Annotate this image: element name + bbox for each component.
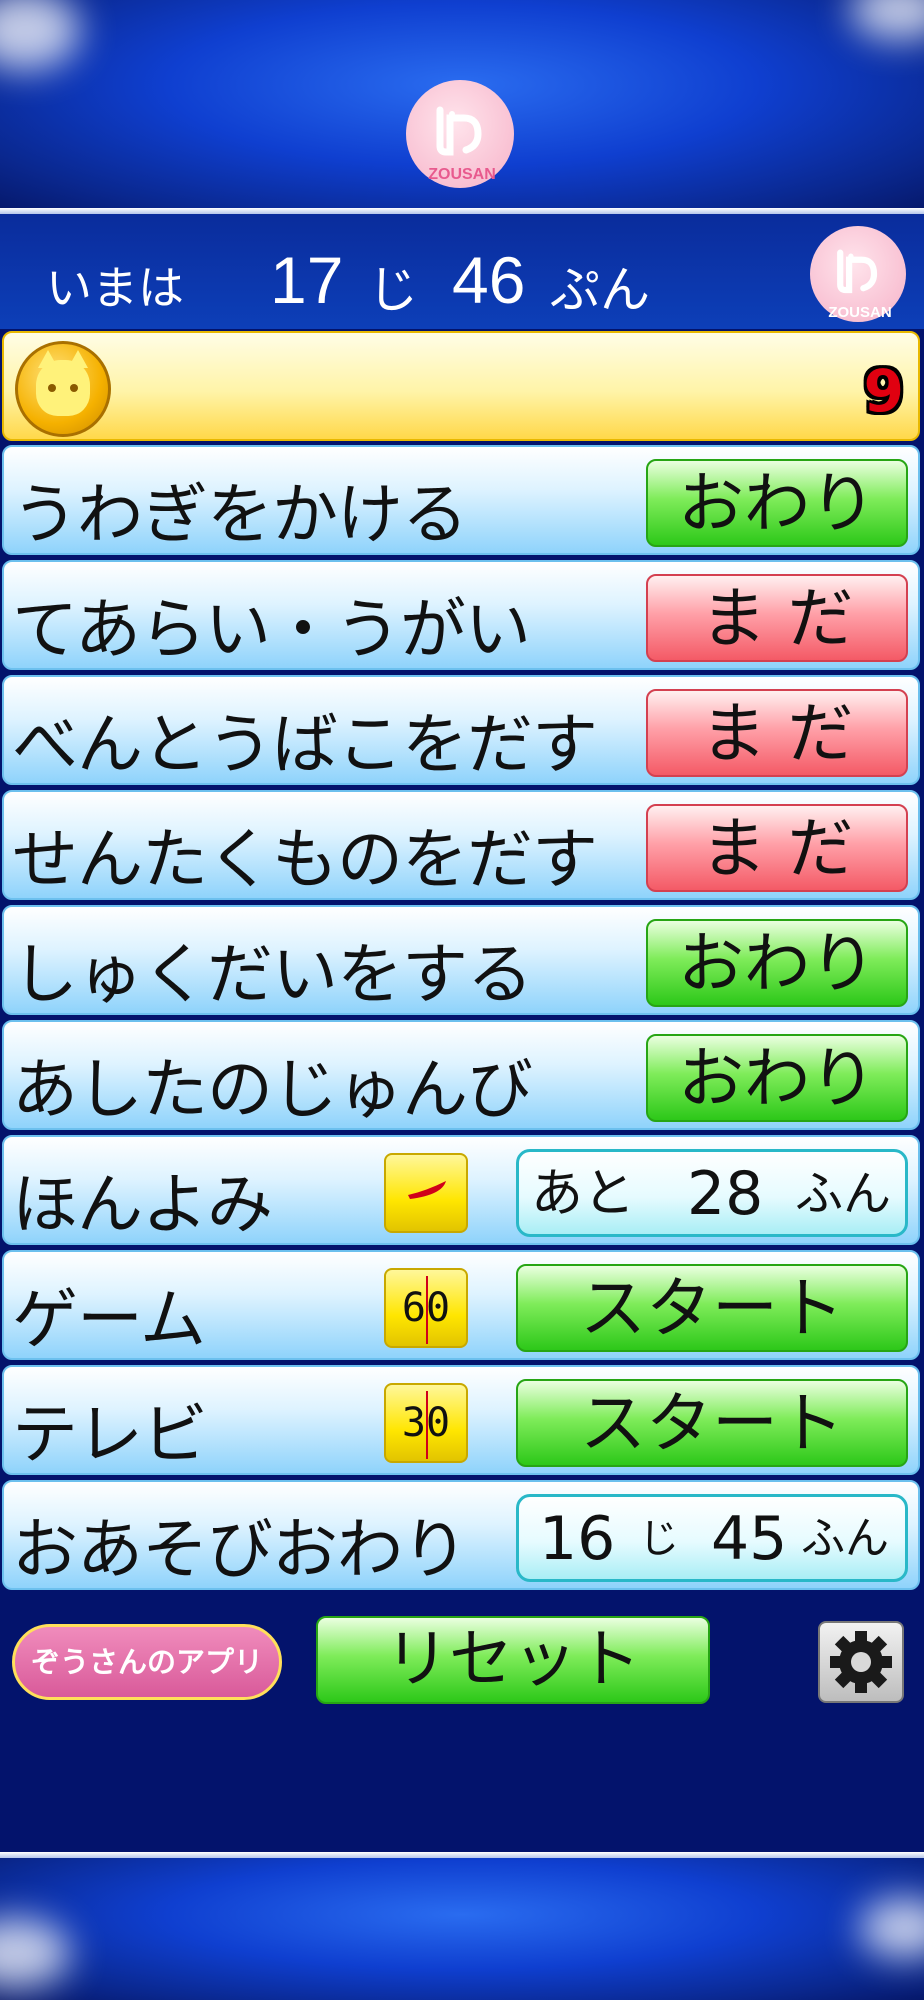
current-hour: 17 xyxy=(270,243,344,317)
task-status-button[interactable]: おわり xyxy=(646,919,908,1007)
timer-needle-icon xyxy=(426,1276,428,1344)
reset-button[interactable]: リセット xyxy=(316,1616,710,1704)
task-status-button[interactable]: おわり xyxy=(646,1034,908,1122)
current-time-header: いまは 17 じ 46 ぷん ZOUSAN xyxy=(0,214,924,329)
score-bar: 9 xyxy=(2,331,920,441)
activity-label: テレビ xyxy=(12,1396,208,1473)
hour-unit: じ xyxy=(368,262,418,318)
start-button[interactable]: スタート xyxy=(516,1264,908,1352)
activity-label: ゲーム xyxy=(12,1281,206,1358)
start-button[interactable]: スタート xyxy=(516,1379,908,1467)
activity-row-tv: テレビ 30 スタート xyxy=(2,1365,920,1475)
task-label: うわぎをかける xyxy=(12,476,468,553)
bottom-banner[interactable] xyxy=(0,1858,924,2000)
top-banner[interactable]: ZOUSAN xyxy=(0,0,924,212)
cat-coin-icon[interactable] xyxy=(15,341,111,437)
zousan-logo-small: ZOUSAN xyxy=(810,226,910,326)
task-status-button[interactable]: ま だ xyxy=(646,574,908,662)
timer-needle-icon xyxy=(426,1391,428,1459)
current-minute: 46 xyxy=(452,243,526,317)
task-label: あしたのじゅんび xyxy=(12,1051,533,1128)
play-end-time[interactable]: 16 じ 45 ふん xyxy=(516,1494,908,1582)
task-label: せんたくものをだす xyxy=(12,821,598,898)
zousan-apps-button[interactable]: ぞうさんのアプリ xyxy=(12,1624,282,1700)
task-row: うわぎをかける おわり xyxy=(2,445,920,555)
timer-badge[interactable]: 30 xyxy=(384,1383,468,1463)
gear-icon xyxy=(830,1631,892,1693)
task-label: べんとうばこをだす xyxy=(12,706,598,783)
activity-row-game: ゲーム 60 スタート xyxy=(2,1250,920,1360)
activity-row-reading: ほんよみ あと 28 ふん xyxy=(2,1135,920,1245)
play-end-hour-unit: じ xyxy=(639,1516,679,1562)
remaining-unit: ふん xyxy=(795,1166,892,1222)
play-end-label: おあそびおわり xyxy=(12,1511,468,1588)
task-row: しゅくだいをする おわり xyxy=(2,905,920,1015)
task-row: あしたのじゅんび おわり xyxy=(2,1020,920,1130)
task-status-button[interactable]: おわり xyxy=(646,459,908,547)
task-label: てあらい・うがい xyxy=(12,591,531,668)
now-label: いまは xyxy=(46,262,184,314)
task-row: てあらい・うがい ま だ xyxy=(2,560,920,670)
play-end-minute: 45 xyxy=(711,1504,788,1574)
settings-button[interactable] xyxy=(818,1621,904,1703)
remaining-prefix: あと xyxy=(531,1164,636,1224)
task-status-button[interactable]: ま だ xyxy=(646,689,908,777)
task-label: しゅくだいをする xyxy=(12,936,533,1013)
task-row: せんたくものをだす ま だ xyxy=(2,790,920,900)
play-end-minute-unit: ふん xyxy=(801,1513,889,1564)
task-status-button[interactable]: ま だ xyxy=(646,804,908,892)
task-row: べんとうばこをだす ま だ xyxy=(2,675,920,785)
play-end-hour: 16 xyxy=(539,1504,616,1574)
zousan-logo: ZOUSAN xyxy=(406,80,518,192)
check-icon[interactable] xyxy=(384,1153,468,1233)
activity-label: ほんよみ xyxy=(12,1166,273,1243)
play-end-row: おあそびおわり 16 じ 45 ふん xyxy=(2,1480,920,1590)
remaining-minutes: 28 xyxy=(687,1159,764,1229)
minute-unit: ぷん xyxy=(550,262,650,318)
app-screen: いまは 17 じ 46 ぷん ZOUSAN 9 うわぎをかける おわり てあらい… xyxy=(0,214,924,1854)
reading-remaining-display: あと 28 ふん xyxy=(516,1149,908,1237)
timer-badge[interactable]: 60 xyxy=(384,1268,468,1348)
coin-count: 9 xyxy=(863,357,904,425)
